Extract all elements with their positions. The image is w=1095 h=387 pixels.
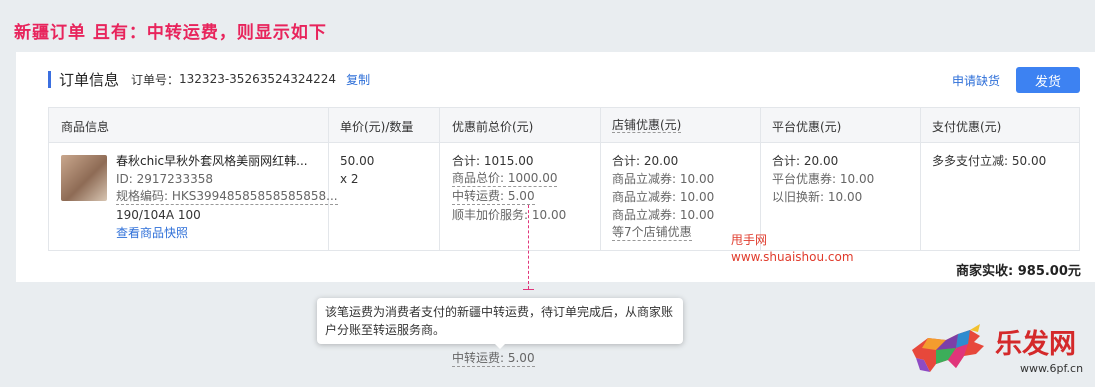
shop-coupon: 商品立减券: 10.00 [612, 190, 715, 204]
merchant-received: 商家实收: 985.00元 [956, 264, 1081, 279]
shop-discount-total: 合计: 20.00 [612, 154, 679, 168]
transit-freight-hover[interactable]: 中转运费: 5.00 [452, 350, 535, 367]
header-pre-discount-total: 优惠前总价(元) [452, 120, 534, 134]
product-name[interactable]: 春秋chic早秋外套风格美丽网红韩... [116, 152, 308, 170]
apply-out-of-stock-link[interactable]: 申请缺货 [952, 72, 1000, 89]
freight-tooltip: 该笔运费为消费者支付的新疆中转运费，待订单完成后，从商家账户分账至转运服务商。 [317, 298, 683, 344]
shop-coupon: 商品立减券: 10.00 [612, 172, 715, 186]
transit-freight[interactable]: 中转运费: 5.00 [452, 188, 535, 205]
title-accent-bar [48, 70, 51, 88]
pre-discount-total: 合计: 1015.00 [452, 154, 534, 168]
column-divider [920, 108, 921, 250]
column-divider [760, 108, 761, 250]
logo-url: www.6pf.cn [1020, 362, 1084, 375]
unit-price: 50.00 [340, 154, 375, 168]
platform-discount-total: 合计: 20.00 [772, 154, 839, 168]
order-table: 商品信息 单价(元)/数量 优惠前总价(元) 店铺优惠(元) 平台优惠(元) 支… [48, 107, 1080, 251]
table-header: 商品信息 单价(元)/数量 优惠前总价(元) 店铺优惠(元) 平台优惠(元) 支… [49, 108, 1079, 143]
product-sku[interactable]: 规格编码: HKS39948585858585858... [116, 188, 338, 205]
order-number-label: 订单号： [131, 72, 180, 87]
view-snapshot-link[interactable]: 查看商品快照 [116, 224, 188, 242]
header-pay-discount: 支付优惠(元) [932, 120, 1002, 134]
watermark-name: 甩手网 [731, 233, 768, 247]
header-platform-discount: 平台优惠(元) [772, 120, 842, 134]
page-headline: 新疆订单 且有：中转运费，则显示如下 [14, 23, 327, 43]
trade-in-discount: 以旧换新: 10.00 [772, 190, 863, 204]
product-thumbnail[interactable] [61, 155, 107, 201]
quantity: x 2 [340, 172, 359, 186]
column-divider [600, 108, 601, 250]
header-unit-price-qty: 单价(元)/数量 [340, 120, 414, 134]
header-shop-discount[interactable]: 店铺优惠(元) [612, 118, 682, 133]
logo-text: 乐发网 [995, 329, 1076, 360]
pay-discount: 多多支付立减: 50.00 [932, 154, 1047, 168]
callout-line [528, 205, 529, 289]
platform-coupon: 平台优惠券: 10.00 [772, 172, 875, 186]
product-spec: 190/104A 100 [116, 208, 201, 222]
copy-order-number-link[interactable]: 复制 [346, 71, 370, 88]
more-shop-discounts[interactable]: 等7个店铺优惠 [612, 224, 692, 241]
order-header: 订单信息 订单号： 132323-35263524324224 复制 [48, 69, 370, 89]
product-id: ID: 2917233358 [116, 172, 213, 186]
order-card: 订单信息 订单号： 132323-35263524324224 复制 申请缺货 … [16, 52, 1095, 282]
column-divider [328, 108, 329, 250]
order-number: 132323-35263524324224 [179, 72, 337, 86]
column-divider [439, 108, 440, 250]
goods-total[interactable]: 商品总价: 1000.00 [452, 170, 558, 187]
shop-coupon: 商品立减券: 10.00 [612, 208, 715, 222]
order-title: 订单信息 [59, 70, 120, 89]
tooltip-arrow [494, 343, 506, 349]
callout-line-end [523, 289, 534, 290]
ship-button[interactable]: 发货 [1016, 67, 1080, 93]
header-product-info: 商品信息 [61, 120, 110, 134]
watermark-url: www.shuaishou.com [731, 250, 854, 264]
sf-surcharge: 顺丰加价服务: 10.00 [452, 208, 567, 222]
